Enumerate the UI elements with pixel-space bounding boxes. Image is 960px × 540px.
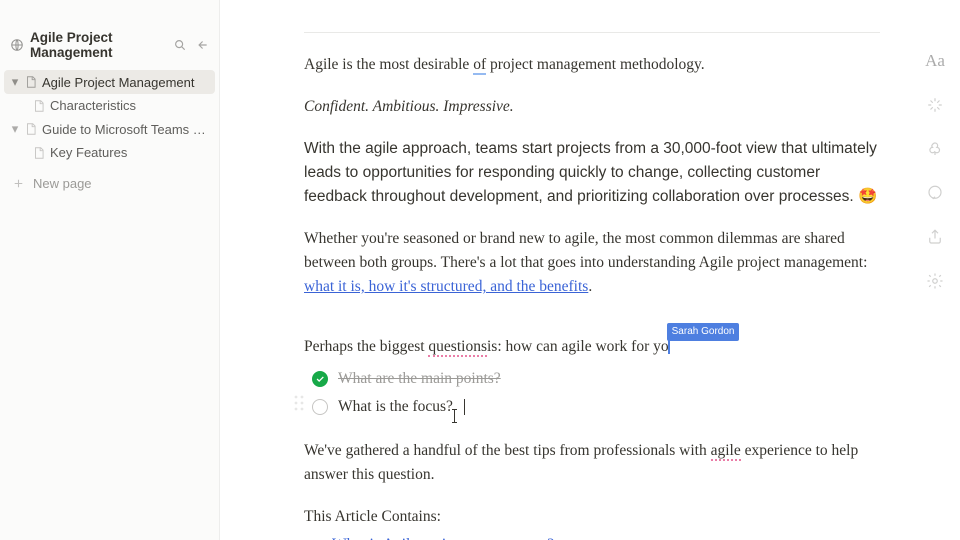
tree-item-characteristics[interactable]: Characteristics (4, 94, 215, 117)
new-page-button[interactable]: New page (0, 168, 219, 199)
todo-text: What are the main points? (338, 367, 501, 391)
workspace-header[interactable]: Agile Project Management (0, 26, 219, 70)
paragraph-collab[interactable]: Perhaps the biggest questions is: how ca… (304, 335, 880, 359)
new-page-label: New page (33, 176, 92, 191)
section-heading[interactable]: This Article Contains: (304, 505, 880, 529)
page-icon (32, 99, 46, 113)
todo-text: What is the focus? (338, 395, 453, 419)
checkbox-checked[interactable] (312, 371, 328, 387)
plus-icon (12, 177, 25, 190)
tree-item-label: Key Features (50, 145, 209, 160)
tree-item-label: Agile Project Management (42, 75, 209, 90)
text: project management methodology. (486, 56, 705, 73)
collapse-icon[interactable] (195, 38, 209, 52)
text: We've gathered a handful of the best tip… (304, 442, 711, 459)
toc-link[interactable]: What is Agile project management? (332, 536, 554, 540)
ai-icon[interactable] (924, 94, 946, 116)
page-icon (24, 122, 38, 136)
caret-down-icon[interactable]: ▾ (10, 74, 20, 90)
text-cursor-icon (454, 409, 455, 423)
todo-item[interactable]: What are the main points? (312, 365, 880, 393)
grammar-highlight: of (473, 56, 486, 75)
text: Agile is the most desirable (304, 56, 473, 73)
text: With the agile approach, teams start pro… (304, 140, 877, 205)
page-icon (32, 146, 46, 160)
comment-icon[interactable] (924, 182, 946, 204)
paragraph[interactable]: Whether you're seasoned or brand new to … (304, 227, 880, 299)
settings-icon[interactable] (924, 270, 946, 292)
page-tree: ▾ Agile Project Management Characteristi… (0, 70, 219, 164)
clubs-icon[interactable] (924, 138, 946, 160)
text: Whether you're seasoned or brand new to … (304, 230, 867, 271)
drag-handle-icon[interactable] (294, 395, 304, 419)
workspace-title: Agile Project Management (30, 30, 167, 60)
document-content[interactable]: Agile is the most desirable of project m… (304, 0, 880, 540)
inline-link[interactable]: what it is, how it's structured, and the… (304, 278, 588, 295)
todo-list: What are the main points? What is the fo… (312, 365, 880, 421)
globe-icon (10, 38, 24, 52)
tree-item-key-features[interactable]: Key Features (4, 141, 215, 164)
page-icon (24, 75, 38, 89)
share-icon[interactable] (924, 226, 946, 248)
toc-list: What is Agile project management? When y… (304, 533, 880, 540)
right-rail: Aa (918, 50, 952, 292)
todo-item[interactable]: What is the focus? (312, 393, 880, 421)
paragraph[interactable]: With the agile approach, teams start pro… (304, 137, 880, 209)
text: is: how can agile work for yo (487, 338, 669, 355)
checkbox-unchecked[interactable] (312, 399, 328, 415)
typography-button[interactable]: Aa (924, 50, 946, 72)
paragraph-italic[interactable]: Confident. Ambitious. Impressive. (304, 95, 880, 119)
text-caret (464, 399, 465, 415)
paragraph[interactable]: We've gathered a handful of the best tip… (304, 439, 880, 487)
toc-item[interactable]: What is Agile project management? (332, 533, 880, 540)
spell-highlight: questions (428, 338, 487, 357)
caret-down-icon[interactable]: ▾ (10, 121, 20, 137)
text: Perhaps the biggest (304, 338, 428, 355)
collab-user-tag: Sarah Gordon (667, 323, 740, 341)
check-icon (315, 374, 325, 384)
divider (304, 32, 880, 33)
paragraph[interactable]: Agile is the most desirable of project m… (304, 53, 880, 77)
tree-item-agile-pm[interactable]: ▾ Agile Project Management (4, 70, 215, 94)
text: . (588, 278, 592, 295)
search-icon[interactable] (173, 38, 187, 52)
spell-highlight: agile (711, 442, 741, 461)
tree-item-label: Guide to Microsoft Teams Project… (42, 122, 209, 137)
tree-item-label: Characteristics (50, 98, 209, 113)
sidebar: Agile Project Management ▾ Agile Project… (0, 0, 220, 540)
collab-cursor-anchor: is: how can agile work for yoSarah Gordo… (487, 335, 669, 359)
document-main: Agile is the most desirable of project m… (220, 0, 960, 540)
tree-item-guide-teams[interactable]: ▾ Guide to Microsoft Teams Project… (4, 117, 215, 141)
